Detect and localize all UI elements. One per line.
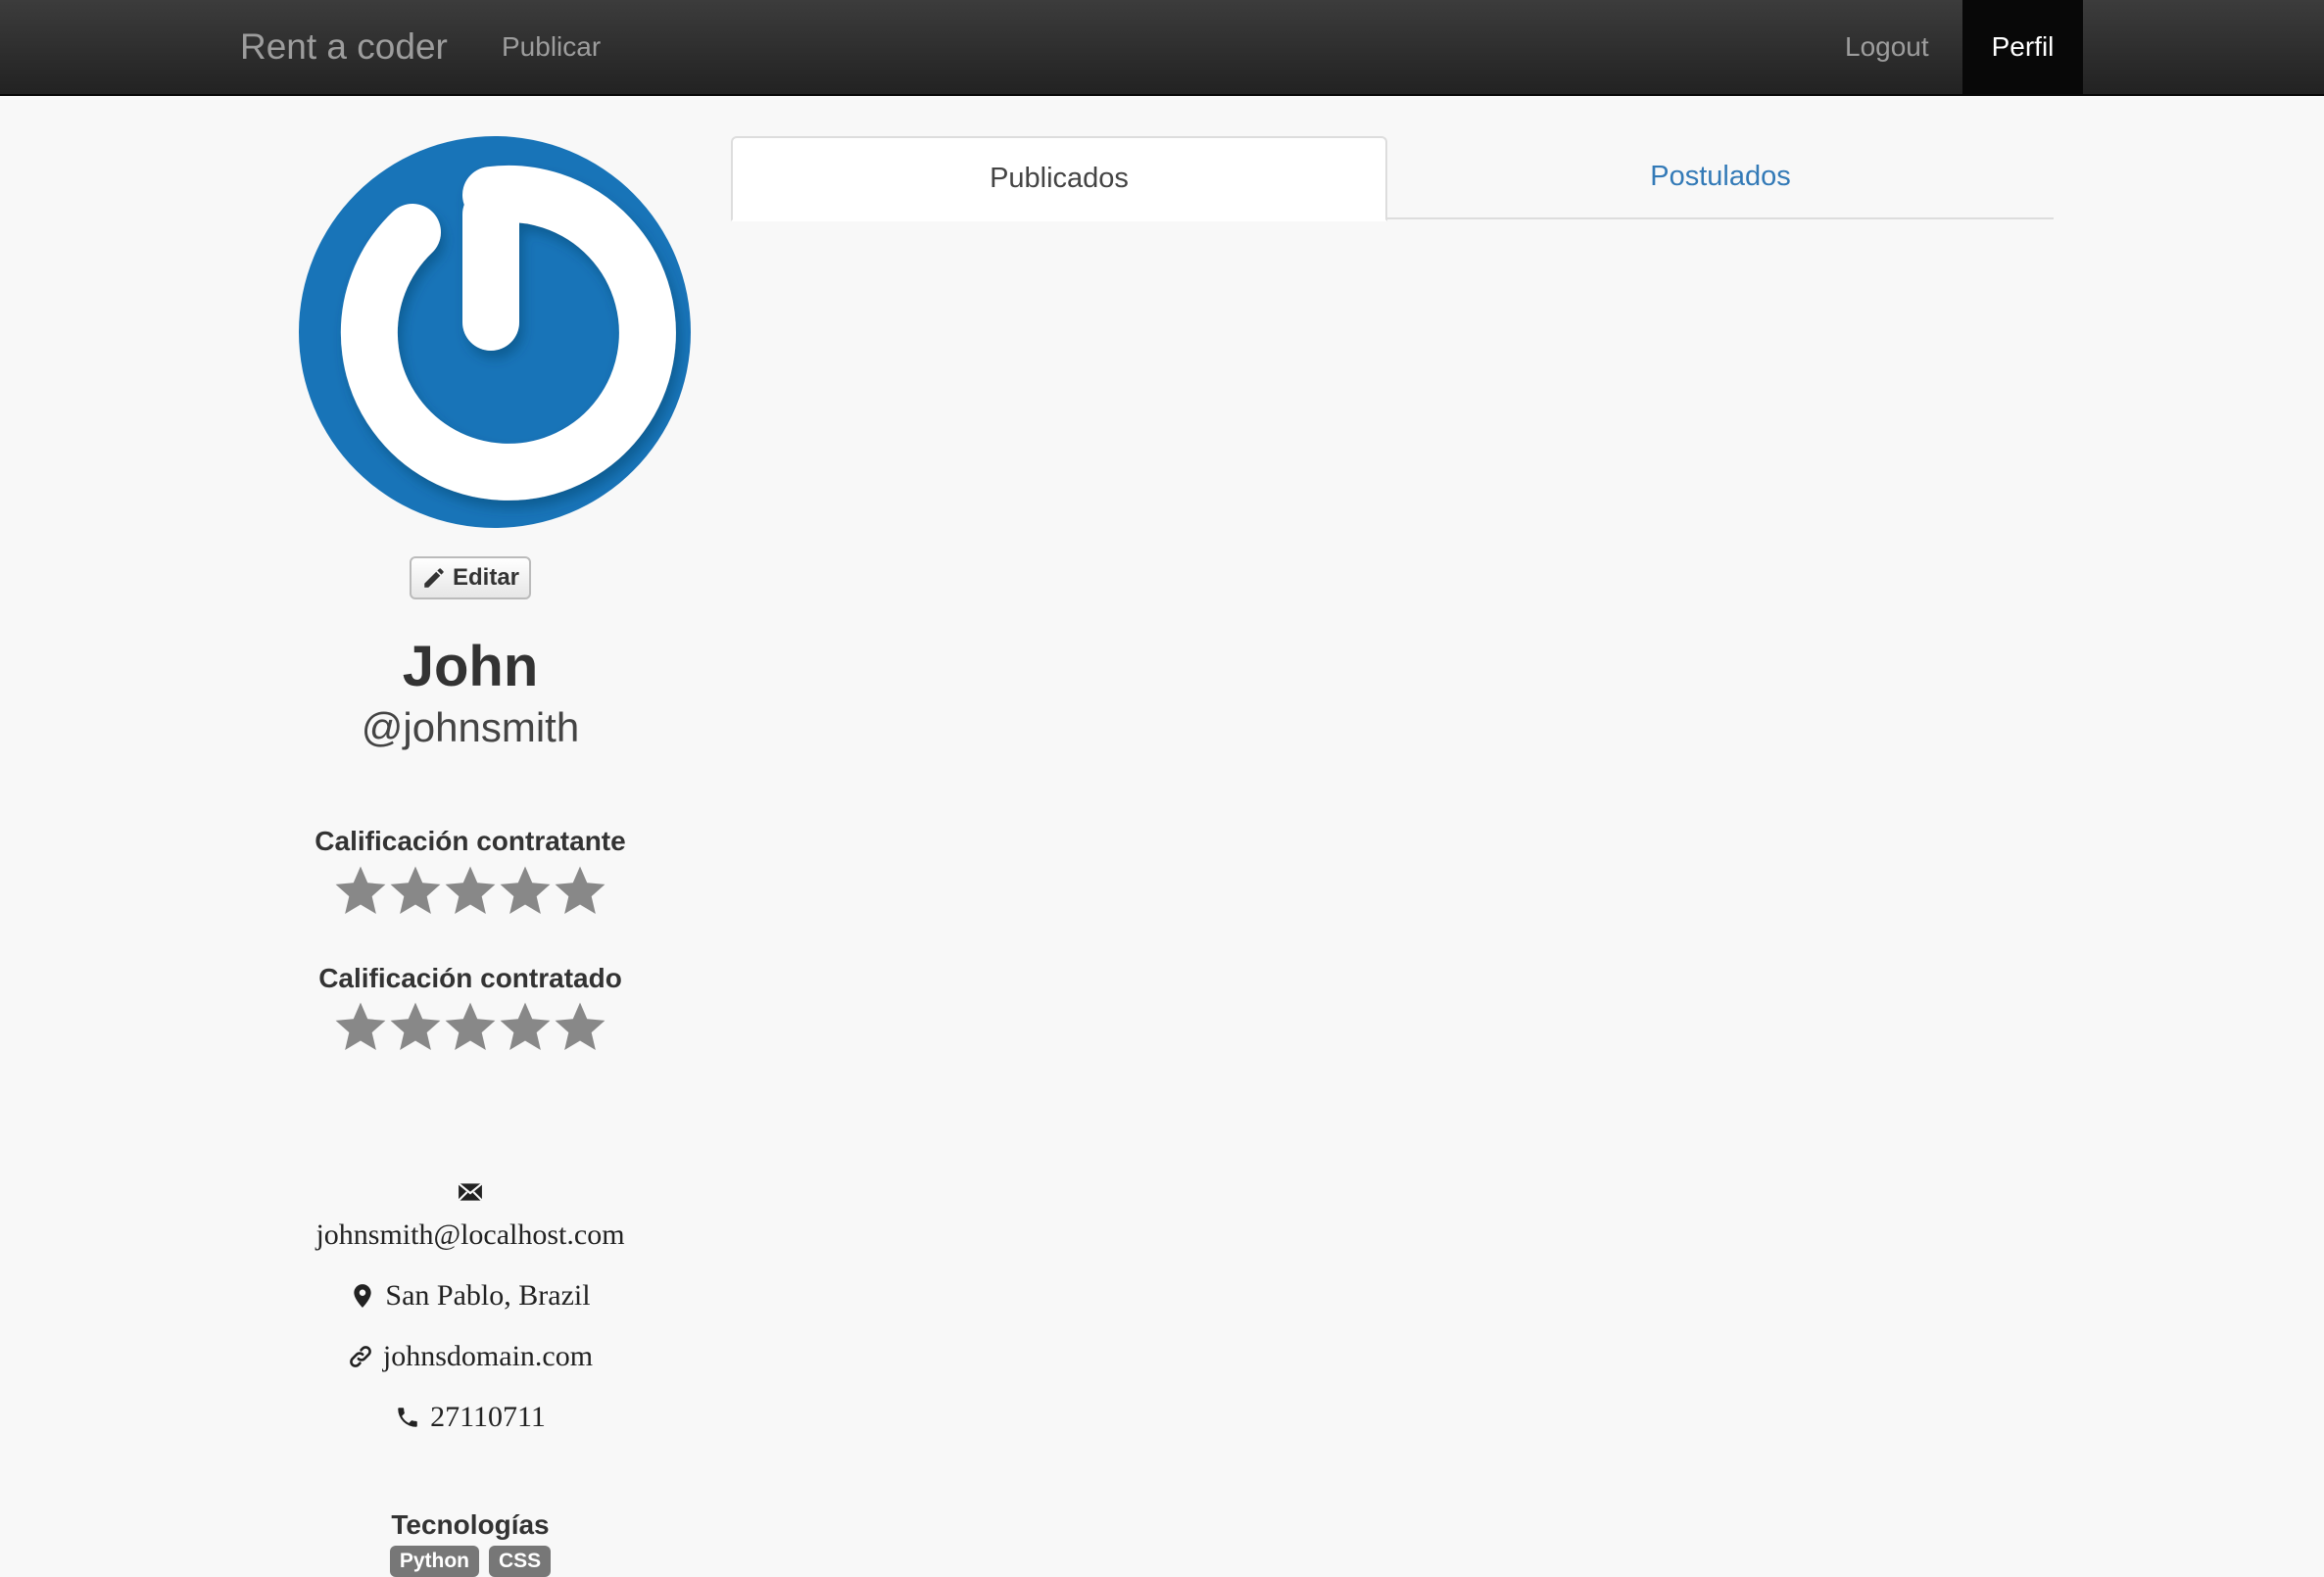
tech-badge: Python (389, 1546, 479, 1577)
location-row: San Pablo, Brazil (274, 1279, 666, 1313)
nav-logout-link[interactable]: Logout (1845, 0, 1929, 94)
rating-contractor-stars (333, 999, 607, 1058)
edit-profile-button[interactable]: Editar (410, 556, 531, 599)
rating-employer-label: Calificación contratante (315, 826, 626, 856)
top-navbar: Rent a coder Publicar Logout Perfil (0, 0, 2324, 96)
star-icon (390, 866, 441, 915)
star-icon (445, 866, 496, 915)
envelope-icon (458, 1182, 483, 1202)
tab-postulados[interactable]: Postulados (1392, 136, 2049, 219)
star-icon (335, 866, 386, 915)
star-icon (500, 1002, 551, 1051)
brand-link[interactable]: Rent a coder (240, 0, 448, 94)
website-row: johnsdomain.com (274, 1340, 666, 1373)
profile-handle: @johnsmith (361, 704, 580, 750)
edit-button-label: Editar (452, 564, 519, 591)
technologies-title: Tecnologías (391, 1509, 550, 1540)
nav-profile-link[interactable]: Perfil (1962, 0, 2083, 94)
link-icon (350, 1346, 371, 1367)
star-icon (555, 866, 605, 915)
star-icon (390, 1002, 441, 1051)
pencil-icon (424, 568, 444, 588)
profile-tabs: Publicados Postulados (731, 136, 2054, 221)
email-text[interactable]: johnsmith@localhost.com (315, 1219, 624, 1252)
technologies-badges: Python CSS (274, 1546, 666, 1577)
map-marker-icon (354, 1284, 372, 1308)
tech-badge: CSS (488, 1546, 552, 1577)
star-icon (335, 1002, 386, 1051)
star-icon (500, 866, 551, 915)
phone-row: 27110711 (274, 1401, 666, 1434)
email-icon-row (274, 1179, 666, 1205)
location-text: San Pablo, Brazil (385, 1279, 591, 1312)
avatar (299, 136, 691, 528)
email-row: johnsmith@localhost.com (274, 1219, 666, 1252)
phone-icon (398, 1408, 417, 1427)
rating-contractor-label: Calificación contratado (318, 963, 622, 993)
nav-publish-link[interactable]: Publicar (502, 0, 601, 94)
avatar-power-logo-icon (340, 165, 676, 501)
profile-name: John (402, 635, 539, 698)
website-text[interactable]: johnsdomain.com (383, 1340, 593, 1373)
phone-text: 27110711 (430, 1401, 546, 1433)
rating-employer-stars (333, 863, 607, 922)
tab-publicados[interactable]: Publicados (731, 136, 1387, 221)
star-icon (445, 1002, 496, 1051)
star-icon (555, 1002, 605, 1051)
